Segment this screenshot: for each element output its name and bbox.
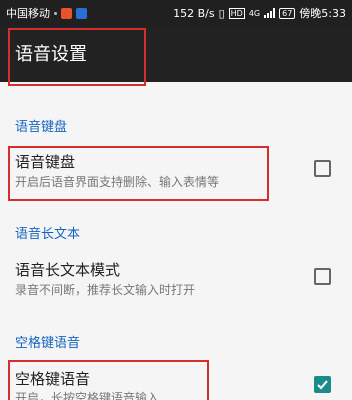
checkmark-icon — [317, 380, 328, 390]
setting-title: 空格键语音 — [15, 370, 91, 388]
battery-icon: 67 — [279, 7, 296, 19]
status-bar: 中国移动 152 B/s ▯ HD 4G 67 傍晚5:33 — [0, 0, 352, 26]
section-header-voice-keyboard: 语音键盘 — [15, 120, 68, 135]
toolbar: 语音设置 — [0, 26, 352, 82]
section-header-long-text: 语音长文本 — [15, 227, 81, 242]
setting-subtitle: 录音不间断，推荐长文输入时打开 — [15, 283, 196, 297]
clock: 傍晚5:33 — [299, 7, 346, 20]
app-notification-icon — [76, 7, 87, 19]
section-header-space-voice: 空格键语音 — [15, 336, 81, 351]
setting-subtitle: 开启，长按空格键语音输入 — [15, 391, 160, 400]
carrier-label: 中国移动 — [6, 7, 50, 20]
notification-dot-icon — [54, 11, 57, 15]
long-text-mode-checkbox[interactable] — [314, 268, 331, 285]
setting-title: 语音长文本模式 — [15, 261, 121, 279]
setting-subtitle: 开启后语音界面支持删除、输入表情等 — [15, 175, 220, 189]
page-title: 语音设置 — [15, 44, 87, 65]
space-voice-checkbox[interactable] — [314, 376, 331, 393]
setting-item-long-text-mode[interactable]: 语音长文本模式 录音不间断，推荐长文输入时打开 — [0, 248, 352, 308]
signal-icon — [264, 8, 276, 18]
app-notification-icon — [61, 7, 72, 19]
setting-title: 语音键盘 — [15, 153, 76, 171]
vibrate-icon: ▯ — [218, 6, 225, 20]
network-speed: 152 B/s — [173, 6, 215, 20]
signal-type: 4G — [248, 8, 261, 18]
setting-item-voice-keyboard[interactable]: 语音键盘 开启后语音界面支持删除、输入表情等 — [0, 140, 352, 200]
voice-keyboard-checkbox[interactable] — [314, 160, 331, 177]
hd-badge: HD — [228, 7, 245, 19]
setting-item-space-voice[interactable]: 空格键语音 开启，长按空格键语音输入 — [0, 358, 352, 400]
